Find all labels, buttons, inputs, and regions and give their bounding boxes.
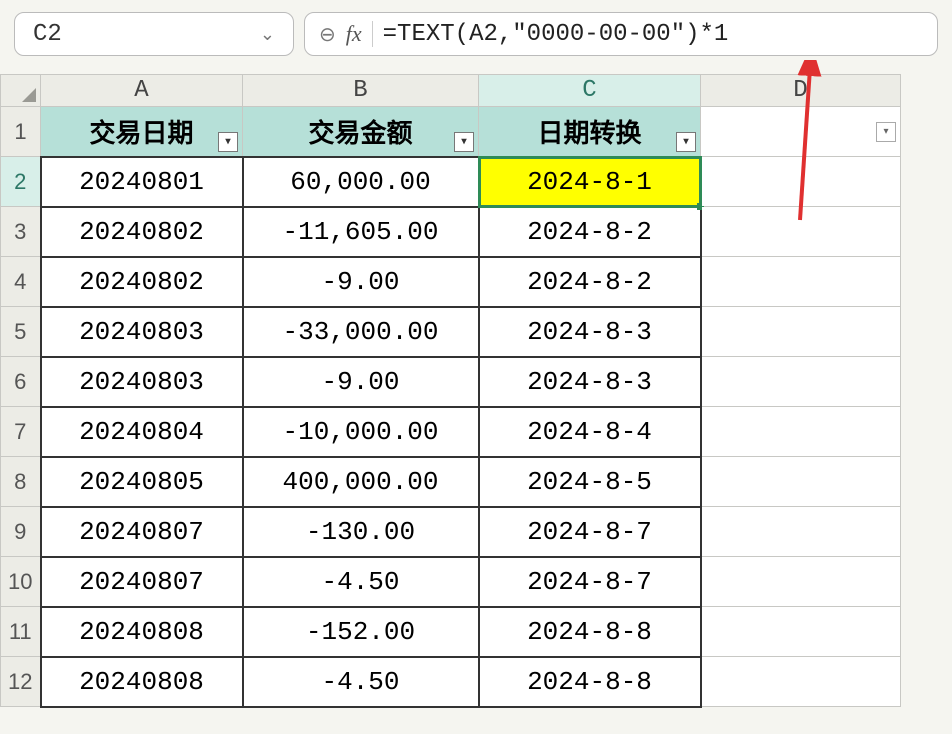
chevron-down-icon[interactable]: ⌄ [260,24,275,45]
row-header-4[interactable]: 4 [1,257,41,307]
cell-D12[interactable] [701,657,901,707]
cell-D8[interactable] [701,457,901,507]
filter-icon[interactable]: ▾ [218,132,238,152]
cell-A6[interactable]: 20240803 [41,357,243,407]
col-header-A[interactable]: A [41,75,243,107]
cell-C5[interactable]: 2024-8-3 [479,307,701,357]
cell-C7[interactable]: 2024-8-4 [479,407,701,457]
formula-input-wrap: ⊖ fx =TEXT(A2,"0000-00-00")*1 [304,12,938,56]
cell-B2[interactable]: 60,000.00 [243,157,479,207]
row-header-6[interactable]: 6 [1,357,41,407]
row-header-8[interactable]: 8 [1,457,41,507]
row-header-1[interactable]: 1 [1,107,41,157]
cell-D3[interactable] [701,207,901,257]
row-header-7[interactable]: 7 [1,407,41,457]
cell-C6[interactable]: 2024-8-3 [479,357,701,407]
name-box[interactable]: C2 ⌄ [14,12,294,56]
cell-D11[interactable] [701,607,901,657]
header-label-A: 交易日期 [89,118,193,148]
name-box-ref: C2 [33,21,62,48]
cell-B8[interactable]: 400,000.00 [243,457,479,507]
cell-B3[interactable]: -11,605.00 [243,207,479,257]
cell-D9[interactable] [701,507,901,557]
filter-icon[interactable]: ▾ [876,122,896,142]
header-label-B: 交易金额 [308,118,412,148]
cell-A4[interactable]: 20240802 [41,257,243,307]
zoom-out-icon[interactable]: ⊖ [319,22,336,47]
cell-A3[interactable]: 20240802 [41,207,243,257]
cell-C1[interactable]: 日期转换 ▾ [479,107,701,157]
select-all-corner[interactable] [1,75,41,107]
cell-C2[interactable]: 2024-8-1 [479,157,701,207]
row-header-9[interactable]: 9 [1,507,41,557]
cell-D10[interactable] [701,557,901,607]
cell-D2[interactable] [701,157,901,207]
row-header-12[interactable]: 12 [1,657,41,707]
cell-B7[interactable]: -10,000.00 [243,407,479,457]
cell-C8[interactable]: 2024-8-5 [479,457,701,507]
cell-C4[interactable]: 2024-8-2 [479,257,701,307]
row-header-3[interactable]: 3 [1,207,41,257]
cell-A10[interactable]: 20240807 [41,557,243,607]
cell-B5[interactable]: -33,000.00 [243,307,479,357]
col-header-C[interactable]: C [479,75,701,107]
cell-A1[interactable]: 交易日期 ▾ [41,107,243,157]
col-header-D[interactable]: D [701,75,901,107]
formula-bar: C2 ⌄ ⊖ fx =TEXT(A2,"0000-00-00")*1 [0,0,952,68]
row-header-5[interactable]: 5 [1,307,41,357]
fx-icon[interactable]: fx [346,21,362,47]
col-header-B[interactable]: B [243,75,479,107]
cell-C10[interactable]: 2024-8-7 [479,557,701,607]
cell-A5[interactable]: 20240803 [41,307,243,357]
cell-C11[interactable]: 2024-8-8 [479,607,701,657]
cell-A12[interactable]: 20240808 [41,657,243,707]
cell-D5[interactable] [701,307,901,357]
cell-B4[interactable]: -9.00 [243,257,479,307]
spreadsheet-grid: A B C D 1 交易日期 ▾ 交易金额 ▾ 日期转换 ▾ ▾ 2 20240… [0,74,952,708]
cell-A8[interactable]: 20240805 [41,457,243,507]
cell-C3[interactable]: 2024-8-2 [479,207,701,257]
cell-D7[interactable] [701,407,901,457]
cell-D4[interactable] [701,257,901,307]
cell-A2[interactable]: 20240801 [41,157,243,207]
row-header-11[interactable]: 11 [1,607,41,657]
cell-A7[interactable]: 20240804 [41,407,243,457]
cell-D1[interactable]: ▾ [701,107,901,157]
cell-B6[interactable]: -9.00 [243,357,479,407]
row-header-2[interactable]: 2 [1,157,41,207]
cell-D6[interactable] [701,357,901,407]
cell-B9[interactable]: -130.00 [243,507,479,557]
divider [372,21,373,47]
cell-B1[interactable]: 交易金额 ▾ [243,107,479,157]
filter-icon[interactable]: ▾ [454,132,474,152]
cell-C9[interactable]: 2024-8-7 [479,507,701,557]
cell-A9[interactable]: 20240807 [41,507,243,557]
cell-B11[interactable]: -152.00 [243,607,479,657]
cell-B12[interactable]: -4.50 [243,657,479,707]
formula-input[interactable]: =TEXT(A2,"0000-00-00")*1 [383,21,729,48]
filter-icon[interactable]: ▾ [676,132,696,152]
cell-A11[interactable]: 20240808 [41,607,243,657]
cell-B10[interactable]: -4.50 [243,557,479,607]
header-label-C: 日期转换 [537,118,641,148]
cell-C12[interactable]: 2024-8-8 [479,657,701,707]
row-header-10[interactable]: 10 [1,557,41,607]
